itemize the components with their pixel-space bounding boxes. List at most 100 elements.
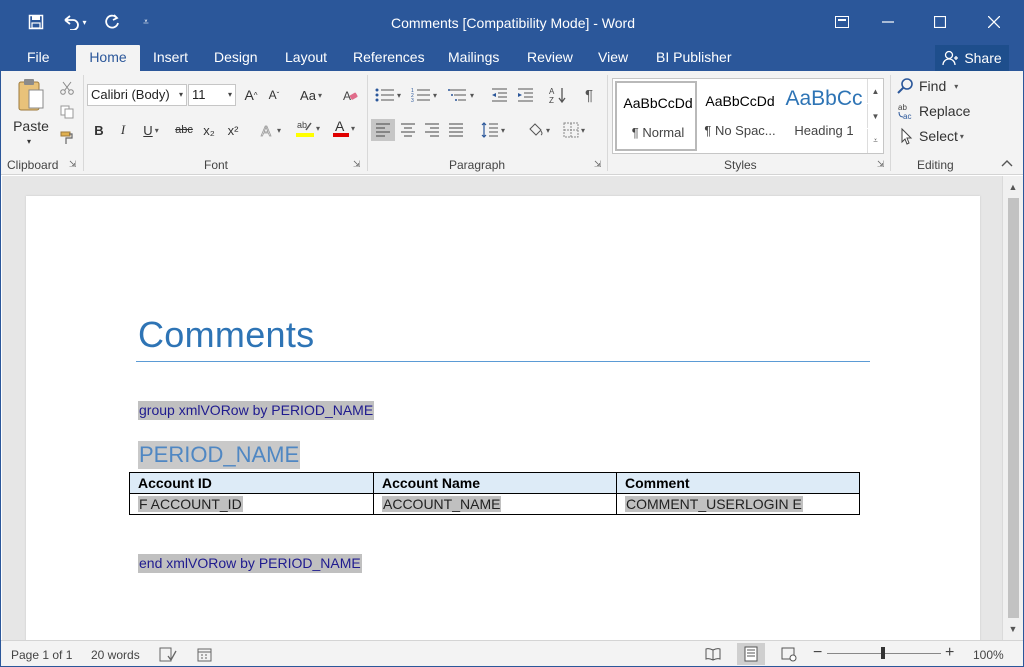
table-cell[interactable]: COMMENT_USERLOGIN E	[616, 493, 860, 515]
print-layout-icon[interactable]	[737, 643, 765, 665]
underline-button[interactable]: U ▾	[137, 119, 165, 141]
increase-indent-icon[interactable]	[513, 84, 537, 106]
clipboard-launcher-icon[interactable]: ⇲	[69, 159, 79, 169]
table-header-row: Account ID Account Name Comment	[129, 472, 860, 494]
paste-icon[interactable]	[11, 75, 51, 117]
bold-button[interactable]: B	[89, 119, 109, 141]
tab-bi-publisher[interactable]: BI Publisher	[646, 45, 741, 71]
style-heading-1[interactable]: AaBbCc Heading 1	[783, 81, 865, 151]
borders-button[interactable]: ▾	[557, 119, 591, 141]
maximize-icon[interactable]	[917, 7, 963, 37]
scroll-down-icon[interactable]: ▼	[1003, 620, 1023, 638]
text-effects-button[interactable]: A ▾	[255, 119, 285, 141]
replace-icon: abac	[898, 103, 911, 120]
align-left-icon[interactable]	[371, 119, 395, 141]
svg-text:A: A	[549, 87, 555, 96]
styles-more-icon[interactable]: ⩡	[867, 129, 883, 153]
bullets-button[interactable]: ▾	[371, 84, 405, 106]
table-cell[interactable]: ACCOUNT_NAME	[373, 493, 617, 515]
word-count[interactable]: 20 words	[91, 647, 140, 663]
styles-scroll-up-icon[interactable]: ▲	[867, 79, 883, 103]
clear-formatting-icon[interactable]: A	[339, 84, 361, 106]
zoom-level[interactable]: 100%	[973, 647, 1004, 663]
document-page[interactable]: Comments group xmlVORow by PERIOD_NAME P…	[26, 196, 980, 640]
collapse-ribbon-icon[interactable]	[997, 155, 1017, 171]
zoom-in-button[interactable]: +	[945, 645, 954, 661]
tab-file[interactable]: File	[17, 45, 60, 71]
align-center-icon[interactable]	[397, 119, 419, 141]
replace-button[interactable]: ab ac Replace	[897, 100, 970, 122]
font-color-button[interactable]: A ▾	[327, 117, 361, 139]
align-right-icon[interactable]	[421, 119, 443, 141]
svg-text:ab: ab	[297, 120, 307, 130]
numbering-button[interactable]: 1 2 3 ▾	[407, 84, 441, 106]
subscript-button[interactable]: x₂	[199, 119, 219, 141]
group-divider	[607, 75, 608, 171]
paragraph-launcher-icon[interactable]: ⇲	[594, 159, 604, 169]
tab-mailings[interactable]: Mailings	[438, 45, 509, 71]
tab-insert[interactable]: Insert	[143, 45, 198, 71]
tab-view[interactable]: View	[588, 45, 638, 71]
ribbon-display-options-icon[interactable]	[819, 7, 865, 37]
table-header-cell[interactable]: Account ID	[129, 472, 374, 494]
vertical-scrollbar[interactable]: ▲ ▼	[1002, 176, 1023, 640]
account-id-field[interactable]: F ACCOUNT_ID	[138, 496, 243, 512]
document-canvas[interactable]: Comments group xmlVORow by PERIOD_NAME P…	[2, 176, 1002, 640]
italic-button[interactable]: I	[113, 119, 133, 141]
group-start-field[interactable]: group xmlVORow by PERIOD_NAME	[138, 401, 375, 420]
macro-recording-icon[interactable]	[197, 647, 213, 663]
paste-label[interactable]: Paste	[7, 117, 55, 135]
table-header-cell[interactable]: Comment	[616, 472, 860, 494]
format-painter-icon[interactable]	[57, 127, 77, 149]
multilevel-list-button[interactable]: ▾	[443, 84, 479, 106]
paste-dropdown-icon[interactable]: ▾	[19, 135, 39, 147]
tab-review[interactable]: Review	[517, 45, 583, 71]
highlight-button[interactable]: ab ▾	[291, 117, 325, 139]
cut-icon[interactable]	[57, 77, 77, 99]
scrollbar-thumb[interactable]	[1008, 198, 1019, 618]
style-normal[interactable]: AaBbCcDd ¶ Normal	[615, 81, 697, 151]
table-header-cell[interactable]: Account Name	[373, 472, 617, 494]
tab-references[interactable]: References	[343, 45, 435, 71]
comment-field[interactable]: COMMENT_USERLOGIN E	[625, 496, 803, 512]
strikethrough-button[interactable]: abc	[171, 119, 197, 141]
show-formatting-marks-icon[interactable]: ¶	[579, 84, 599, 106]
scroll-up-icon[interactable]: ▲	[1003, 178, 1023, 196]
shrink-font-button[interactable]: Aˇ	[264, 84, 284, 106]
chevron-down-icon: ▾	[227, 90, 232, 99]
read-mode-icon[interactable]	[699, 643, 727, 665]
tab-design[interactable]: Design	[204, 45, 268, 71]
table-cell[interactable]: F ACCOUNT_ID	[129, 493, 374, 515]
zoom-slider-thumb[interactable]	[881, 647, 885, 659]
page-count[interactable]: Page 1 of 1	[11, 647, 72, 663]
superscript-button[interactable]: x²	[223, 119, 243, 141]
font-size-combo[interactable]: 11 ▾	[188, 84, 236, 106]
change-case-button[interactable]: Aa ▾	[293, 84, 329, 106]
period-name-field[interactable]: PERIOD_NAME	[138, 441, 301, 469]
shading-button[interactable]: ▾	[521, 119, 555, 141]
tab-home[interactable]: Home	[76, 45, 140, 71]
justify-icon[interactable]	[445, 119, 467, 141]
close-icon[interactable]	[971, 7, 1017, 37]
group-end-field[interactable]: end xmlVORow by PERIOD_NAME	[138, 554, 362, 573]
tab-layout[interactable]: Layout	[275, 45, 337, 71]
share-button[interactable]: Share	[935, 45, 1009, 71]
web-layout-icon[interactable]	[775, 643, 803, 665]
styles-launcher-icon[interactable]: ⇲	[877, 159, 887, 169]
sort-icon[interactable]: AZ	[547, 84, 569, 106]
find-button[interactable]: Find ▾	[897, 75, 958, 97]
copy-icon[interactable]	[57, 101, 77, 123]
minimize-icon[interactable]	[865, 7, 911, 37]
document-title[interactable]: Comments	[138, 314, 314, 356]
proofing-icon[interactable]	[159, 647, 177, 663]
select-button[interactable]: Select ▾	[897, 125, 964, 147]
grow-font-button[interactable]: A ^	[241, 84, 261, 106]
zoom-out-button[interactable]: −	[813, 645, 822, 661]
decrease-indent-icon[interactable]	[487, 84, 511, 106]
font-name-combo[interactable]: Calibri (Body) ▾	[87, 84, 187, 106]
account-name-field[interactable]: ACCOUNT_NAME	[382, 496, 502, 512]
styles-scroll-down-icon[interactable]: ▼	[867, 104, 883, 128]
style-no-spacing[interactable]: AaBbCcDd ¶ No Spac...	[699, 81, 781, 151]
font-launcher-icon[interactable]: ⇲	[353, 159, 363, 169]
line-spacing-button[interactable]: ▾	[477, 119, 509, 141]
